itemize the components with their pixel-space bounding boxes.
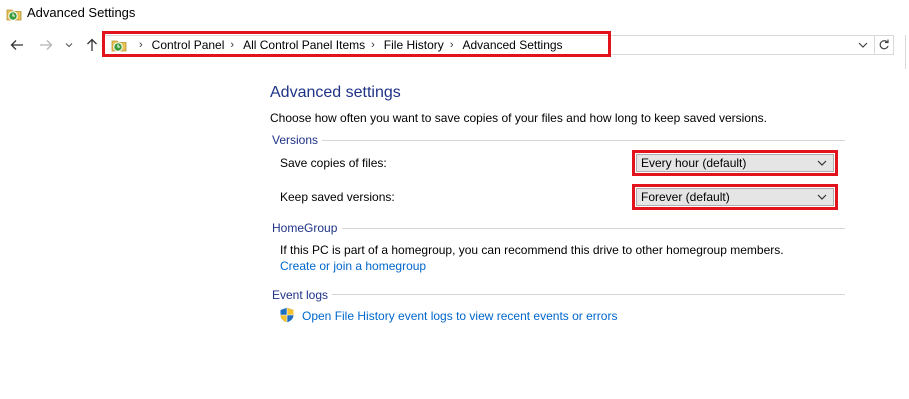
chevron-right-icon[interactable]: › — [139, 39, 143, 51]
pane-divider — [905, 35, 906, 69]
forward-button[interactable] — [37, 36, 55, 54]
event-logs-heading: Event logs — [272, 288, 329, 302]
breadcrumb-control-panel[interactable]: Control Panel — [152, 38, 225, 52]
recent-locations-button[interactable] — [62, 36, 76, 54]
up-arrow-icon — [87, 38, 97, 51]
uac-shield-icon — [280, 307, 294, 323]
keep-versions-select[interactable]: Forever (default) — [636, 188, 834, 206]
save-copies-value: Every hour (default) — [641, 156, 747, 170]
homegroup-divider — [342, 228, 845, 229]
chevron-right-icon[interactable]: › — [230, 39, 234, 51]
file-history-icon — [6, 9, 22, 21]
chevron-down-icon — [817, 160, 827, 166]
window-title: Advanced Settings — [27, 5, 136, 20]
refresh-icon — [879, 39, 889, 50]
chevron-right-icon[interactable]: › — [450, 39, 454, 51]
chevron-right-icon[interactable]: › — [371, 39, 375, 51]
save-copies-select[interactable]: Every hour (default) — [636, 154, 834, 172]
event-logs-divider — [332, 294, 845, 295]
homegroup-heading: HomeGroup — [272, 221, 338, 235]
keep-versions-label: Keep saved versions: — [280, 190, 395, 204]
refresh-button[interactable] — [874, 35, 894, 55]
page-title: Advanced settings — [270, 84, 401, 101]
keep-versions-value: Forever (default) — [641, 190, 730, 204]
address-dropdown-icon[interactable] — [857, 38, 869, 52]
control-panel-icon — [111, 40, 127, 52]
breadcrumb: › Control Panel › All Control Panel Item… — [111, 36, 563, 54]
breadcrumb-all-control-panel-items[interactable]: All Control Panel Items — [243, 38, 365, 52]
page-description: Choose how often you want to save copies… — [270, 111, 767, 125]
back-arrow-icon — [10, 40, 23, 50]
breadcrumb-file-history[interactable]: File History — [384, 38, 444, 52]
up-button[interactable] — [83, 36, 101, 54]
versions-divider — [322, 140, 845, 141]
homegroup-description: If this PC is part of a homegroup, you c… — [280, 243, 784, 257]
title-bar: Advanced Settings — [0, 0, 909, 28]
forward-arrow-icon — [40, 40, 53, 50]
chevron-down-icon — [65, 43, 73, 48]
chevron-down-icon — [817, 194, 827, 200]
create-join-homegroup-link[interactable]: Create or join a homegroup — [280, 259, 426, 273]
versions-heading: Versions — [272, 133, 319, 147]
address-bar[interactable]: › Control Panel › All Control Panel Item… — [104, 35, 876, 55]
open-event-logs-link[interactable]: Open File History event logs to view rec… — [302, 309, 617, 323]
breadcrumb-advanced-settings[interactable]: Advanced Settings — [462, 38, 562, 52]
save-copies-label: Save copies of files: — [280, 156, 387, 170]
back-button[interactable] — [8, 36, 26, 54]
